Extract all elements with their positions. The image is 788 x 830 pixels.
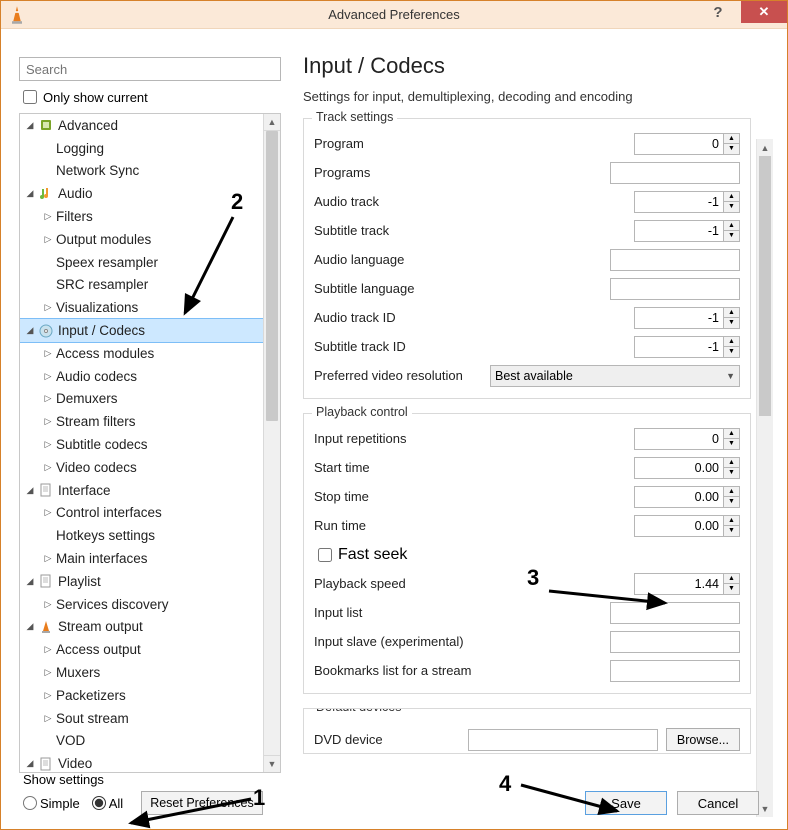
- doc-icon: [38, 756, 54, 772]
- disc-icon: [38, 323, 54, 339]
- tree-item[interactable]: ▷Control interfaces: [20, 502, 263, 525]
- audio-track-spinner[interactable]: ▲▼: [634, 191, 740, 213]
- note-icon: [38, 186, 54, 202]
- search-input[interactable]: [19, 57, 281, 81]
- program-spinner[interactable]: ▲▼: [634, 133, 740, 155]
- browse-button[interactable]: Browse...: [666, 728, 740, 751]
- window-title: Advanced Preferences: [328, 7, 460, 22]
- tree-item[interactable]: ◢Advanced: [20, 114, 263, 137]
- tree-item[interactable]: ◢Video: [20, 752, 263, 772]
- tree-item[interactable]: ▷Stream filters: [20, 410, 263, 433]
- annotation-3: 3: [527, 565, 539, 591]
- input-repetitions-spinner[interactable]: ▲▼: [634, 428, 740, 450]
- close-button[interactable]: ✕: [741, 1, 787, 23]
- tree-item[interactable]: ▷Audio codecs: [20, 365, 263, 388]
- tree-item[interactable]: ▷Demuxers: [20, 388, 263, 411]
- default-devices-group: Default devices DVD deviceBrowse...: [303, 708, 751, 754]
- tree-item[interactable]: Logging: [20, 137, 263, 160]
- audio-language-field[interactable]: [610, 249, 740, 271]
- input-slave-field[interactable]: [610, 631, 740, 653]
- tree-item[interactable]: ▷Access output: [20, 638, 263, 661]
- show-all-radio[interactable]: All: [92, 796, 123, 811]
- stop-time-spinner[interactable]: ▲▼: [634, 486, 740, 508]
- tree-item[interactable]: VOD: [20, 730, 263, 753]
- annotation-2: 2: [231, 189, 243, 215]
- doc-icon: [38, 573, 54, 589]
- tree-item[interactable]: ▷Video codecs: [20, 456, 263, 479]
- tree-item[interactable]: Hotkeys settings: [20, 524, 263, 547]
- annotation-arrow-2: [179, 213, 239, 323]
- content-scrollbar[interactable]: ▲ ▼: [756, 139, 773, 817]
- tree-item[interactable]: ◢Stream output: [20, 616, 263, 639]
- cancel-button[interactable]: Cancel: [677, 791, 759, 815]
- tree-item[interactable]: ◢Interface: [20, 479, 263, 502]
- annotation-arrow-1: [125, 795, 255, 829]
- run-time-spinner[interactable]: ▲▼: [634, 515, 740, 537]
- bookmarks-field[interactable]: [610, 660, 740, 682]
- only-show-current[interactable]: Only show current: [19, 87, 287, 107]
- dvd-device-field[interactable]: [468, 729, 658, 751]
- subtitle-track-spinner[interactable]: ▲▼: [634, 220, 740, 242]
- tree-item[interactable]: ▷Access modules: [20, 342, 263, 365]
- tree-item[interactable]: ▷Subtitle codecs: [20, 433, 263, 456]
- preferred-resolution-select[interactable]: Best available▼: [490, 365, 740, 387]
- tree-item[interactable]: Network Sync: [20, 160, 263, 183]
- track-settings-group: Track settings Program▲▼ Programs Audio …: [303, 118, 751, 399]
- annotation-arrow-3: [545, 585, 675, 611]
- tree-item[interactable]: ◢Playlist: [20, 570, 263, 593]
- annotation-arrow-4: [517, 779, 627, 819]
- doc-icon: [38, 482, 54, 498]
- tree-item[interactable]: ◢Audio: [20, 182, 263, 205]
- show-simple-radio[interactable]: Simple: [23, 796, 80, 811]
- programs-field[interactable]: [610, 162, 740, 184]
- tree-item[interactable]: ▷Muxers: [20, 661, 263, 684]
- help-button[interactable]: ?: [695, 1, 741, 23]
- tree-item[interactable]: ▷Services discovery: [20, 593, 263, 616]
- subtitle-track-id-spinner[interactable]: ▲▼: [634, 336, 740, 358]
- titlebar: Advanced Preferences ? ✕: [1, 1, 787, 29]
- tree-item[interactable]: ▷Packetizers: [20, 684, 263, 707]
- page-subtitle: Settings for input, demultiplexing, deco…: [303, 89, 773, 104]
- app-icon: [7, 5, 27, 25]
- annotation-1: 1: [253, 785, 265, 811]
- playback-control-group: Playback control Input repetitions▲▼ Sta…: [303, 413, 751, 694]
- chip-icon: [38, 117, 54, 133]
- tree-scrollbar[interactable]: ▲ ▼: [263, 114, 280, 772]
- annotation-4: 4: [499, 771, 511, 797]
- audio-track-id-spinner[interactable]: ▲▼: [634, 307, 740, 329]
- fast-seek-checkbox[interactable]: Fast seek: [314, 545, 407, 565]
- page-title: Input / Codecs: [303, 53, 773, 79]
- subtitle-language-field[interactable]: [610, 278, 740, 300]
- only-show-checkbox[interactable]: [23, 90, 37, 104]
- tree-item[interactable]: ▷Main interfaces: [20, 547, 263, 570]
- cone-icon: [38, 619, 54, 635]
- tree-item[interactable]: ▷Sout stream: [20, 707, 263, 730]
- preferences-window: Advanced Preferences ? ✕ Only show curre…: [0, 0, 788, 830]
- start-time-spinner[interactable]: ▲▼: [634, 457, 740, 479]
